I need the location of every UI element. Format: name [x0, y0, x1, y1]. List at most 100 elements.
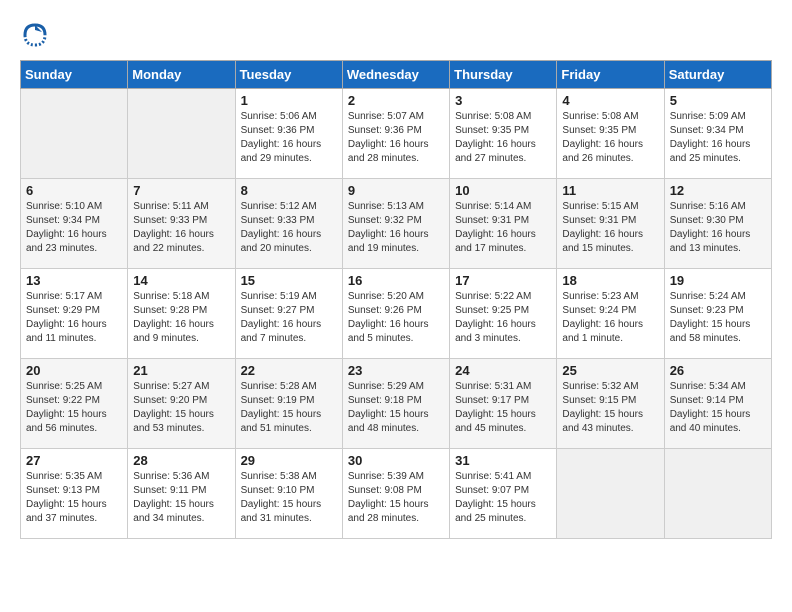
calendar-cell: 17Sunrise: 5:22 AM Sunset: 9:25 PM Dayli…	[450, 269, 557, 359]
day-info: Sunrise: 5:09 AM Sunset: 9:34 PM Dayligh…	[670, 110, 766, 166]
day-info: Sunrise: 5:36 AM Sunset: 9:11 PM Dayligh…	[133, 470, 229, 526]
calendar-cell: 9 Sunrise: 5:13 AM Sunset: 9:32 PM Daylig…	[342, 179, 449, 269]
calendar-cell: 18Sunrise: 5:23 AM Sunset: 9:24 PM Dayli…	[557, 269, 664, 359]
day-info: Sunrise: 5:23 AM Sunset: 9:24 PM Dayligh…	[562, 290, 658, 346]
calendar-body: 1Sunrise: 5:06 AM Sunset: 9:36 PM Daylig…	[21, 89, 772, 539]
calendar-cell: 6 Sunrise: 5:10 AM Sunset: 9:34 PM Daylig…	[21, 179, 128, 269]
day-info: Sunrise: 5:25 AM Sunset: 9:22 PM Dayligh…	[26, 380, 122, 436]
calendar-cell: 23 Sunrise: 5:29 AM Sunset: 9:18 PM Dayli…	[342, 359, 449, 449]
day-info: Sunrise: 5:31 AM Sunset: 9:17 PM Dayligh…	[455, 380, 551, 436]
calendar-header: SundayMondayTuesdayWednesdayThursdayFrid…	[21, 61, 772, 89]
day-info: Sunrise: 5:10 AM Sunset: 9:34 PM Dayligh…	[26, 200, 122, 256]
day-number: 11	[562, 183, 658, 198]
day-number: 10	[455, 183, 551, 198]
day-info: Sunrise: 5:13 AM Sunset: 9:32 PM Dayligh…	[348, 200, 444, 256]
day-number: 22	[241, 363, 337, 378]
logo-icon	[20, 20, 50, 50]
calendar-cell: 26 Sunrise: 5:34 AM Sunset: 9:14 PM Dayli…	[664, 359, 771, 449]
day-info: Sunrise: 5:18 AM Sunset: 9:28 PM Dayligh…	[133, 290, 229, 346]
calendar-cell: 15 Sunrise: 5:19 AM Sunset: 9:27 PM Dayli…	[235, 269, 342, 359]
day-number: 13	[26, 273, 122, 288]
day-number: 9	[348, 183, 444, 198]
day-number: 1	[241, 93, 337, 108]
day-number: 19	[670, 273, 766, 288]
weekday-header-thursday: Thursday	[450, 61, 557, 89]
day-number: 26	[670, 363, 766, 378]
calendar-week-row: 27 Sunrise: 5:35 AM Sunset: 9:13 PM Dayli…	[21, 449, 772, 539]
calendar-cell: 19Sunrise: 5:24 AM Sunset: 9:23 PM Dayli…	[664, 269, 771, 359]
day-number: 5	[670, 93, 766, 108]
day-info: Sunrise: 5:29 AM Sunset: 9:18 PM Dayligh…	[348, 380, 444, 436]
day-number: 24	[455, 363, 551, 378]
weekday-header-saturday: Saturday	[664, 61, 771, 89]
day-info: Sunrise: 5:08 AM Sunset: 9:35 PM Dayligh…	[455, 110, 551, 166]
day-info: Sunrise: 5:22 AM Sunset: 9:25 PM Dayligh…	[455, 290, 551, 346]
day-info: Sunrise: 5:32 AM Sunset: 9:15 PM Dayligh…	[562, 380, 658, 436]
weekday-header-tuesday: Tuesday	[235, 61, 342, 89]
day-info: Sunrise: 5:15 AM Sunset: 9:31 PM Dayligh…	[562, 200, 658, 256]
calendar-cell: 2 Sunrise: 5:07 AM Sunset: 9:36 PM Daylig…	[342, 89, 449, 179]
day-number: 20	[26, 363, 122, 378]
day-number: 29	[241, 453, 337, 468]
day-info: Sunrise: 5:34 AM Sunset: 9:14 PM Dayligh…	[670, 380, 766, 436]
day-number: 15	[241, 273, 337, 288]
calendar-cell: 25 Sunrise: 5:32 AM Sunset: 9:15 PM Dayli…	[557, 359, 664, 449]
day-number: 23	[348, 363, 444, 378]
day-info: Sunrise: 5:28 AM Sunset: 9:19 PM Dayligh…	[241, 380, 337, 436]
day-info: Sunrise: 5:11 AM Sunset: 9:33 PM Dayligh…	[133, 200, 229, 256]
day-number: 27	[26, 453, 122, 468]
day-info: Sunrise: 5:39 AM Sunset: 9:08 PM Dayligh…	[348, 470, 444, 526]
calendar-cell: 24 Sunrise: 5:31 AM Sunset: 9:17 PM Dayli…	[450, 359, 557, 449]
calendar-cell: 28 Sunrise: 5:36 AM Sunset: 9:11 PM Dayli…	[128, 449, 235, 539]
day-number: 30	[348, 453, 444, 468]
calendar-cell: 4 Sunrise: 5:08 AM Sunset: 9:35 PM Daylig…	[557, 89, 664, 179]
day-info: Sunrise: 5:07 AM Sunset: 9:36 PM Dayligh…	[348, 110, 444, 166]
calendar-cell	[664, 449, 771, 539]
day-info: Sunrise: 5:20 AM Sunset: 9:26 PM Dayligh…	[348, 290, 444, 346]
calendar-cell: 21 Sunrise: 5:27 AM Sunset: 9:20 PM Dayli…	[128, 359, 235, 449]
day-number: 14	[133, 273, 229, 288]
calendar-cell: 8Sunrise: 5:12 AM Sunset: 9:33 PM Daylig…	[235, 179, 342, 269]
weekday-header-row: SundayMondayTuesdayWednesdayThursdayFrid…	[21, 61, 772, 89]
calendar-table: SundayMondayTuesdayWednesdayThursdayFrid…	[20, 60, 772, 539]
day-number: 6	[26, 183, 122, 198]
calendar-week-row: 6 Sunrise: 5:10 AM Sunset: 9:34 PM Daylig…	[21, 179, 772, 269]
calendar-cell: 13Sunrise: 5:17 AM Sunset: 9:29 PM Dayli…	[21, 269, 128, 359]
day-number: 12	[670, 183, 766, 198]
day-number: 4	[562, 93, 658, 108]
day-number: 28	[133, 453, 229, 468]
calendar-cell: 1Sunrise: 5:06 AM Sunset: 9:36 PM Daylig…	[235, 89, 342, 179]
calendar-cell	[21, 89, 128, 179]
day-number: 21	[133, 363, 229, 378]
day-number: 7	[133, 183, 229, 198]
calendar-cell: 29 Sunrise: 5:38 AM Sunset: 9:10 PM Dayli…	[235, 449, 342, 539]
weekday-header-wednesday: Wednesday	[342, 61, 449, 89]
day-info: Sunrise: 5:41 AM Sunset: 9:07 PM Dayligh…	[455, 470, 551, 526]
day-number: 3	[455, 93, 551, 108]
day-info: Sunrise: 5:27 AM Sunset: 9:20 PM Dayligh…	[133, 380, 229, 436]
calendar-cell: 27 Sunrise: 5:35 AM Sunset: 9:13 PM Dayli…	[21, 449, 128, 539]
day-number: 2	[348, 93, 444, 108]
calendar-cell: 14 Sunrise: 5:18 AM Sunset: 9:28 PM Dayli…	[128, 269, 235, 359]
calendar-cell: 31 Sunrise: 5:41 AM Sunset: 9:07 PM Dayli…	[450, 449, 557, 539]
logo	[20, 20, 54, 50]
calendar-cell: 16 Sunrise: 5:20 AM Sunset: 9:26 PM Dayli…	[342, 269, 449, 359]
calendar-cell: 5 Sunrise: 5:09 AM Sunset: 9:34 PM Daylig…	[664, 89, 771, 179]
page-header	[20, 20, 772, 50]
calendar-cell: 20 Sunrise: 5:25 AM Sunset: 9:22 PM Dayli…	[21, 359, 128, 449]
calendar-week-row: 20 Sunrise: 5:25 AM Sunset: 9:22 PM Dayli…	[21, 359, 772, 449]
calendar-cell: 12Sunrise: 5:16 AM Sunset: 9:30 PM Dayli…	[664, 179, 771, 269]
calendar-cell	[557, 449, 664, 539]
day-number: 16	[348, 273, 444, 288]
day-number: 25	[562, 363, 658, 378]
calendar-cell: 30 Sunrise: 5:39 AM Sunset: 9:08 PM Dayli…	[342, 449, 449, 539]
day-info: Sunrise: 5:08 AM Sunset: 9:35 PM Dayligh…	[562, 110, 658, 166]
day-number: 31	[455, 453, 551, 468]
day-info: Sunrise: 5:19 AM Sunset: 9:27 PM Dayligh…	[241, 290, 337, 346]
day-info: Sunrise: 5:12 AM Sunset: 9:33 PM Dayligh…	[241, 200, 337, 256]
weekday-header-friday: Friday	[557, 61, 664, 89]
calendar-cell: 11 Sunrise: 5:15 AM Sunset: 9:31 PM Dayli…	[557, 179, 664, 269]
day-info: Sunrise: 5:38 AM Sunset: 9:10 PM Dayligh…	[241, 470, 337, 526]
calendar-cell: 22 Sunrise: 5:28 AM Sunset: 9:19 PM Dayli…	[235, 359, 342, 449]
day-info: Sunrise: 5:35 AM Sunset: 9:13 PM Dayligh…	[26, 470, 122, 526]
